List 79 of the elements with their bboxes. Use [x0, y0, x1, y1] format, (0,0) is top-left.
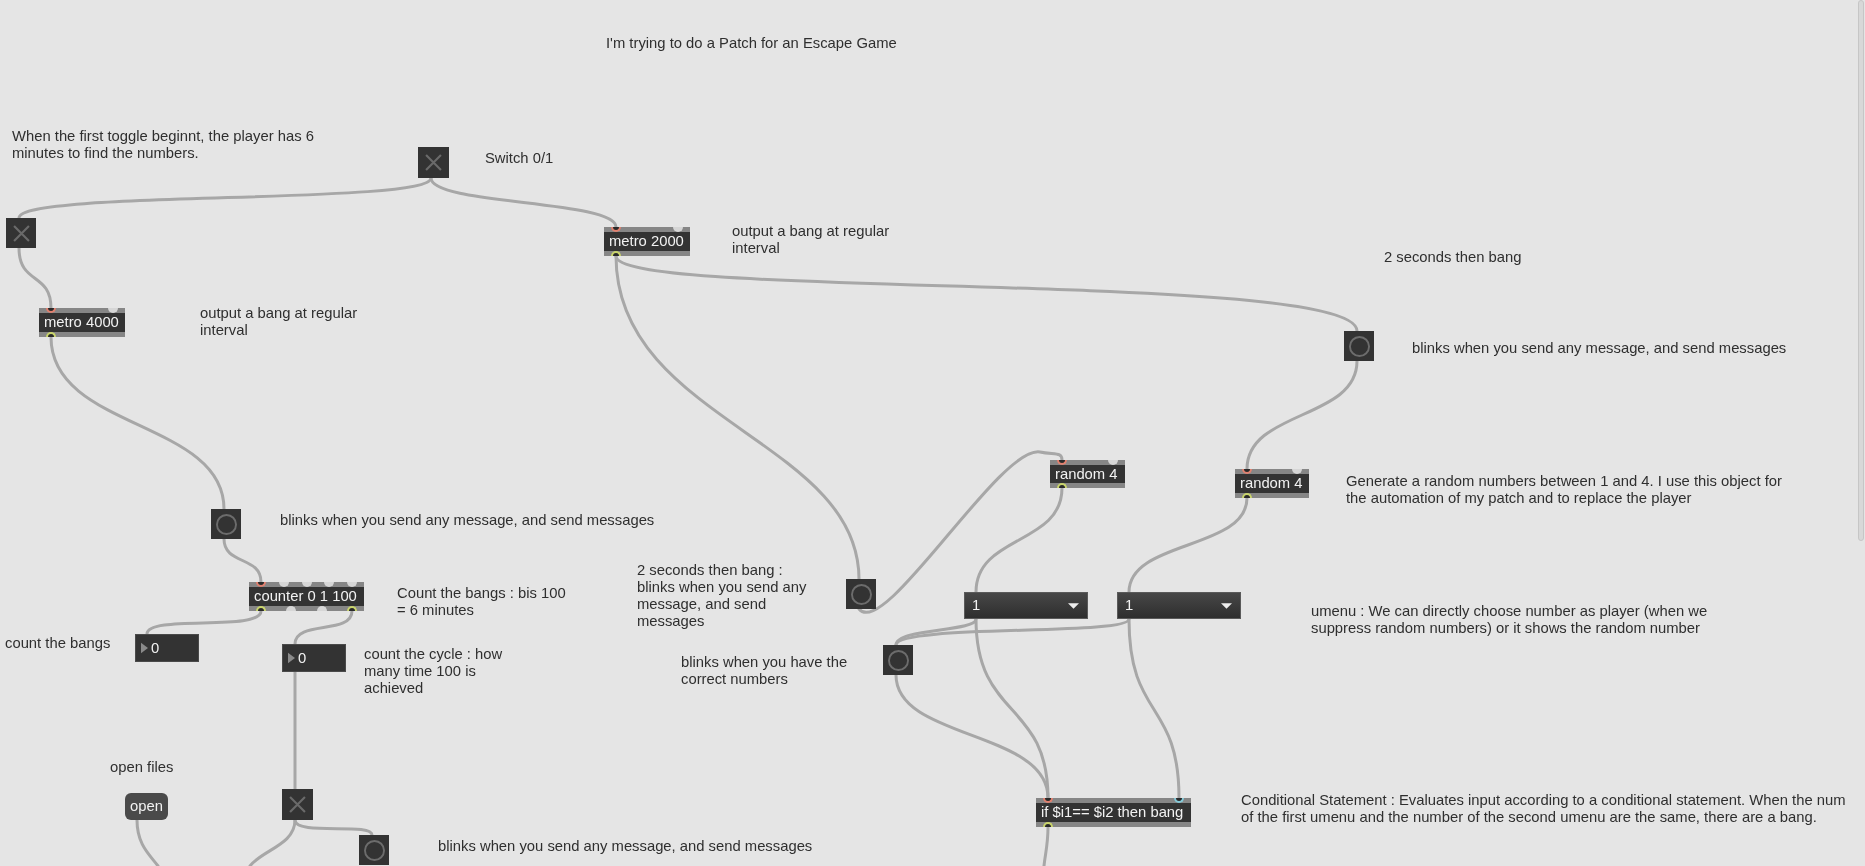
- message-button[interactable]: open: [125, 793, 168, 820]
- circle-icon: [1348, 335, 1370, 357]
- comment-text: count the cycle : how many time 100 is achieved: [364, 646, 504, 697]
- patch-cord: [222, 537, 263, 584]
- inlet-icon: [611, 227, 621, 232]
- comment-text: output a bang at regular interval: [200, 305, 359, 339]
- comment-text: When the first toggle beginnt, the player has 6 minutes to find the numbers.: [12, 128, 315, 162]
- dropdown[interactable]: 1: [1117, 592, 1241, 619]
- scrollbar[interactable]: [1858, 0, 1864, 541]
- toggle[interactable]: [6, 218, 36, 248]
- number-field[interactable]: 0: [282, 644, 346, 672]
- inlet-icon: [1242, 469, 1252, 474]
- inlet-icon: [673, 227, 683, 232]
- circle-icon: [215, 513, 237, 535]
- comment-text: output a bang at regular interval: [732, 223, 891, 257]
- patch-object[interactable]: if $i1== $i2 then bang: [1036, 798, 1191, 827]
- outlet-icon: [256, 606, 266, 611]
- outlet-icon: [1242, 493, 1252, 498]
- bang-button[interactable]: [359, 835, 389, 865]
- outlet-icon: [46, 332, 56, 337]
- comment-text: I'm trying to do a Patch for an Escape Game: [606, 35, 897, 52]
- comment-text: count the bangs: [5, 635, 111, 652]
- cross-icon: [289, 796, 306, 813]
- caret-icon: [1221, 602, 1232, 609]
- patch-cord: [293, 609, 354, 646]
- patch-cord: [1042, 825, 1050, 866]
- dropdown[interactable]: 1: [964, 592, 1088, 619]
- comment-text: 2 seconds then bang : blinks when you send any message, and send messages: [637, 562, 808, 630]
- comment-text: blinks when you send any message, and send messages: [438, 838, 813, 855]
- patch-object[interactable]: metro 4000: [39, 308, 125, 337]
- bang-button[interactable]: [1344, 331, 1374, 361]
- inlet-icon: [1108, 460, 1118, 465]
- patch-cord: [135, 818, 160, 866]
- cross-icon: [425, 154, 442, 171]
- patch-object[interactable]: metro 2000: [604, 227, 690, 256]
- comment-text: blinks when you send any message, and send messages: [1412, 340, 1787, 357]
- outlet-icon: [1043, 822, 1053, 827]
- outlet-icon: [347, 606, 357, 611]
- outlet-icon: [286, 606, 297, 611]
- cross-icon: [12, 224, 30, 242]
- bang-button[interactable]: [846, 579, 876, 609]
- inlet-icon: [301, 582, 312, 587]
- caret-icon: [1068, 602, 1079, 609]
- comment-text: umenu : We can directly choose number as player (when we suppress random numbers) or it shows the random number: [1311, 603, 1709, 637]
- triangle-icon: [288, 652, 295, 664]
- patch-cord: [17, 246, 53, 310]
- inlet-icon: [1057, 460, 1067, 465]
- triangle-icon: [141, 642, 148, 654]
- inlet-icon: [108, 308, 118, 313]
- patch-object[interactable]: random 4: [1235, 469, 1309, 498]
- bang-button[interactable]: [211, 509, 241, 539]
- toggle[interactable]: [418, 147, 449, 178]
- outlet-icon: [1057, 483, 1067, 488]
- bang-button[interactable]: [883, 645, 913, 675]
- inlet-icon: [1174, 798, 1184, 803]
- inlet-icon: [256, 582, 266, 587]
- circle-icon: [887, 649, 909, 671]
- outlet-icon: [611, 251, 621, 256]
- comment-text: Count the bangs : bis 100 = 6 minutes: [397, 585, 567, 619]
- inlet-icon: [324, 582, 335, 587]
- inlet-icon: [1292, 469, 1302, 474]
- number-field[interactable]: 0: [135, 634, 199, 662]
- comment-text: 2 seconds then bang: [1384, 249, 1522, 266]
- inlet-icon: [278, 582, 289, 587]
- comment-text: blinks when you send any message, and send messages: [280, 512, 655, 529]
- outlet-icon: [316, 606, 327, 611]
- patch-object[interactable]: counter 0 1 100: [249, 582, 364, 611]
- comment-text: blinks when you have the correct numbers: [681, 654, 849, 688]
- circle-icon: [850, 583, 872, 605]
- comment-text: open files: [110, 759, 174, 776]
- circle-icon: [363, 839, 385, 861]
- toggle[interactable]: [282, 789, 313, 820]
- inlet-icon: [1043, 798, 1053, 803]
- patch-object[interactable]: random 4: [1050, 460, 1125, 488]
- comment-text: Switch 0/1: [485, 150, 554, 167]
- comment-text: Generate a random numbers between 1 and 4. I use this object for the automation of my patch and to replace the player: [1346, 473, 1783, 507]
- inlet-icon: [46, 308, 56, 313]
- comment-text: Conditional Statement : Evaluates input according to a conditional statement. When the num of the first umenu and the number of the second umenu are the same, there are a bang.: [1241, 792, 1847, 826]
- inlet-icon: [347, 582, 357, 587]
